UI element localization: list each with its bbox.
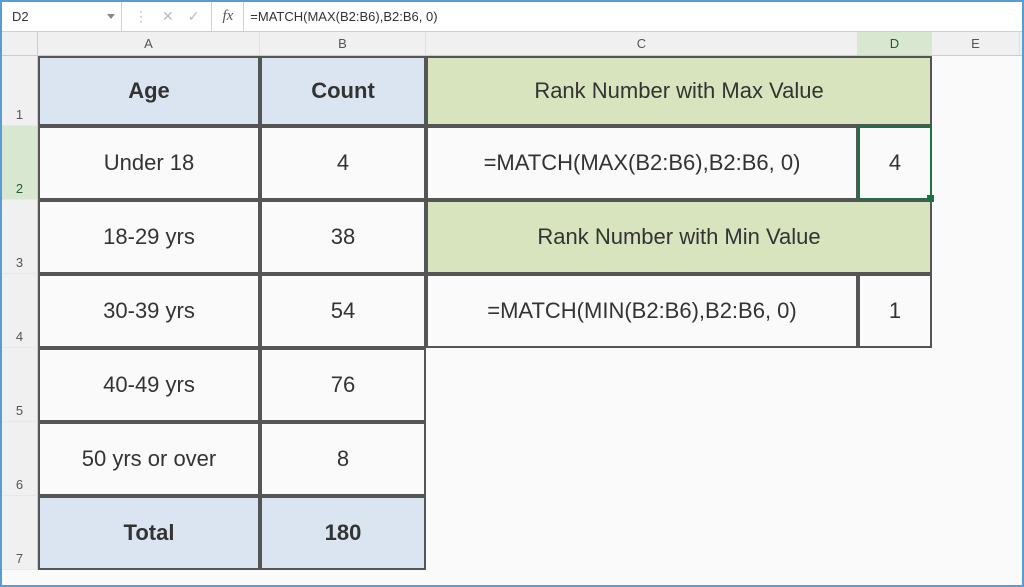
row-header-6[interactable]: 6 bbox=[2, 422, 38, 496]
enter-icon[interactable]: ✓ bbox=[188, 8, 200, 25]
cell-D4-min-result[interactable]: 1 bbox=[858, 274, 932, 348]
row-headers: 1 2 3 4 5 6 7 bbox=[2, 56, 38, 570]
cell-B6[interactable]: 8 bbox=[260, 422, 426, 496]
cell-B3[interactable]: 38 bbox=[260, 200, 426, 274]
formula-input[interactable]: =MATCH(MAX(B2:B6),B2:B6, 0) bbox=[243, 2, 1022, 31]
formula-bar: D2 ⋮ ✕ ✓ fx =MATCH(MAX(B2:B6),B2:B6, 0) bbox=[2, 2, 1022, 32]
row-header-4[interactable]: 4 bbox=[2, 274, 38, 348]
cell-B1-count-header[interactable]: Count bbox=[260, 56, 426, 126]
cell-D2-max-result[interactable]: 4 bbox=[858, 126, 932, 200]
fx-button[interactable]: fx bbox=[212, 8, 243, 25]
cell-A3[interactable]: 18-29 yrs bbox=[38, 200, 260, 274]
cell-A7-total-label[interactable]: Total bbox=[38, 496, 260, 570]
cell-B2[interactable]: 4 bbox=[260, 126, 426, 200]
cell-B5[interactable]: 76 bbox=[260, 348, 426, 422]
formula-text: =MATCH(MAX(B2:B6),B2:B6, 0) bbox=[250, 9, 437, 24]
col-header-C[interactable]: C bbox=[426, 32, 858, 55]
cell-A2[interactable]: Under 18 bbox=[38, 126, 260, 200]
col-header-E[interactable]: E bbox=[932, 32, 1020, 55]
select-all-corner[interactable] bbox=[2, 32, 38, 55]
cell-C1-max-header[interactable]: Rank Number with Max Value bbox=[426, 56, 932, 126]
cell-A1-age-header[interactable]: Age bbox=[38, 56, 260, 126]
cell-C4-min-formula[interactable]: =MATCH(MIN(B2:B6),B2:B6, 0) bbox=[426, 274, 858, 348]
row-header-5[interactable]: 5 bbox=[2, 348, 38, 422]
cell-A6[interactable]: 50 yrs or over bbox=[38, 422, 260, 496]
row-header-2[interactable]: 2 bbox=[2, 126, 38, 200]
chevron-down-icon[interactable] bbox=[107, 14, 115, 19]
col-header-D[interactable]: D bbox=[858, 32, 932, 55]
row-header-1[interactable]: 1 bbox=[2, 56, 38, 126]
cancel-icon[interactable]: ✕ bbox=[162, 8, 174, 25]
spreadsheet-grid[interactable]: A B C D E 1 2 3 4 5 6 7 Age Count Rank N… bbox=[2, 32, 1022, 56]
ellipsis-icon[interactable]: ⋮ bbox=[134, 8, 148, 25]
formula-bar-buttons: ⋮ ✕ ✓ bbox=[122, 2, 212, 31]
cell-C2-max-formula[interactable]: =MATCH(MAX(B2:B6),B2:B6, 0) bbox=[426, 126, 858, 200]
cell-C3-min-header[interactable]: Rank Number with Min Value bbox=[426, 200, 932, 274]
row-header-3[interactable]: 3 bbox=[2, 200, 38, 274]
column-headers: A B C D E bbox=[2, 32, 1022, 56]
cell-B4[interactable]: 54 bbox=[260, 274, 426, 348]
cell-A4[interactable]: 30-39 yrs bbox=[38, 274, 260, 348]
name-box: D2 bbox=[8, 9, 103, 24]
sheet-cells: Age Count Rank Number with Max Value Und… bbox=[38, 56, 932, 570]
col-header-B[interactable]: B bbox=[260, 32, 426, 55]
row-header-7[interactable]: 7 bbox=[2, 496, 38, 570]
name-box-wrapper[interactable]: D2 bbox=[2, 2, 122, 31]
col-header-A[interactable]: A bbox=[38, 32, 260, 55]
cell-A5[interactable]: 40-49 yrs bbox=[38, 348, 260, 422]
cell-B7-total-value[interactable]: 180 bbox=[260, 496, 426, 570]
